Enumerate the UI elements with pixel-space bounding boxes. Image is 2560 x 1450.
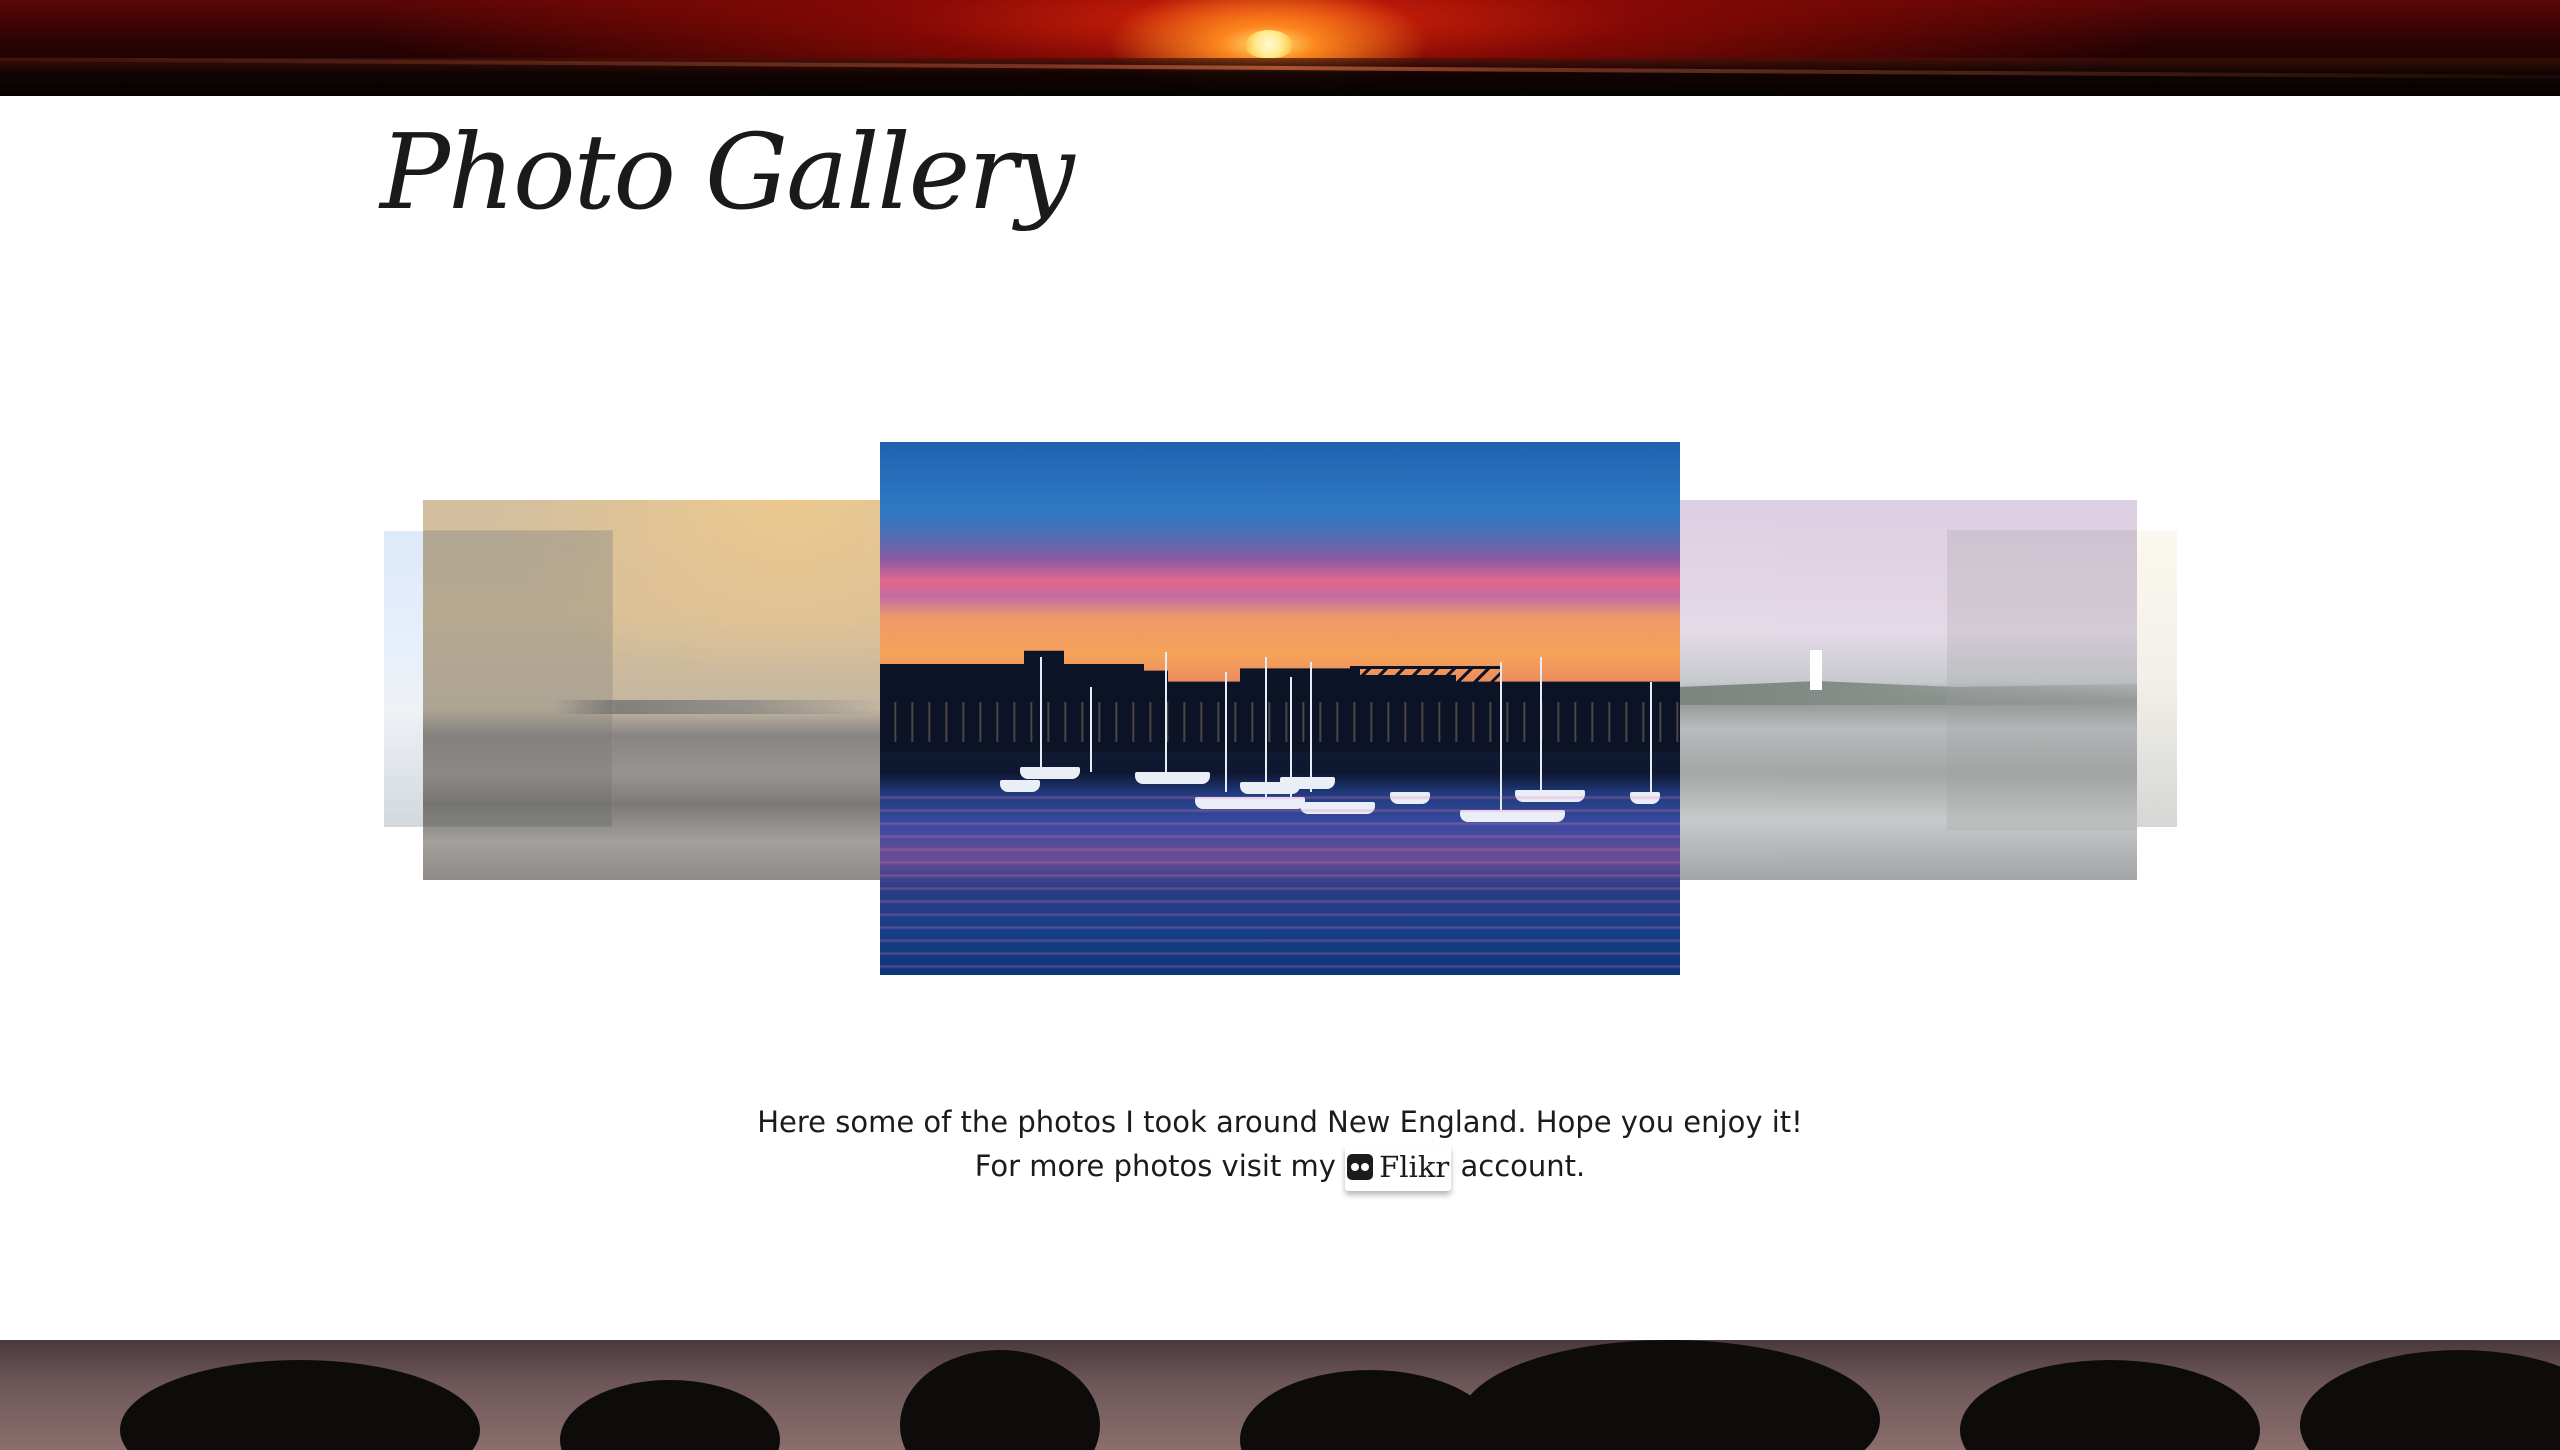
palm-silhouette (560, 1380, 780, 1450)
bottom-palm-banner (0, 1340, 2560, 1450)
palm-silhouette (1460, 1340, 1880, 1450)
lighthouse (1810, 650, 1822, 690)
palm-silhouette (2300, 1350, 2560, 1450)
flickr-link-label: Flikr (1379, 1150, 1450, 1184)
photo-carousel (0, 0, 2560, 1450)
carousel-slide-right[interactable] (1680, 500, 2137, 880)
flickr-icon (1347, 1154, 1374, 1180)
description-line-2-prefix: For more photos visit my (974, 1149, 1336, 1183)
tree-overlay (1947, 530, 2137, 830)
palm-silhouette (900, 1350, 1100, 1450)
page: Photo Gallery Here some of the photos I … (0, 0, 2560, 1450)
flickr-link[interactable]: Flikr (1345, 1145, 1451, 1191)
description-line-2-suffix: account. (1460, 1149, 1586, 1183)
gallery-description: Here some of the photos I took around Ne… (0, 1100, 2560, 1191)
carousel-slide-left[interactable] (423, 500, 880, 880)
rocks-silhouette (553, 700, 880, 714)
description-line-1: Here some of the photos I took around Ne… (757, 1105, 1803, 1139)
carousel-slide-active[interactable] (880, 442, 1680, 975)
palm-silhouette (1960, 1360, 2260, 1450)
water-reflection (880, 787, 1680, 975)
bridge-truss (1350, 666, 1500, 686)
tree-overlay (423, 530, 613, 820)
city-lights (880, 702, 1680, 742)
description-line-2: For more photos visit my Flikr account. (0, 1144, 2560, 1191)
palm-silhouette (120, 1360, 480, 1450)
carousel-slide-far-right[interactable] (2137, 531, 2177, 827)
